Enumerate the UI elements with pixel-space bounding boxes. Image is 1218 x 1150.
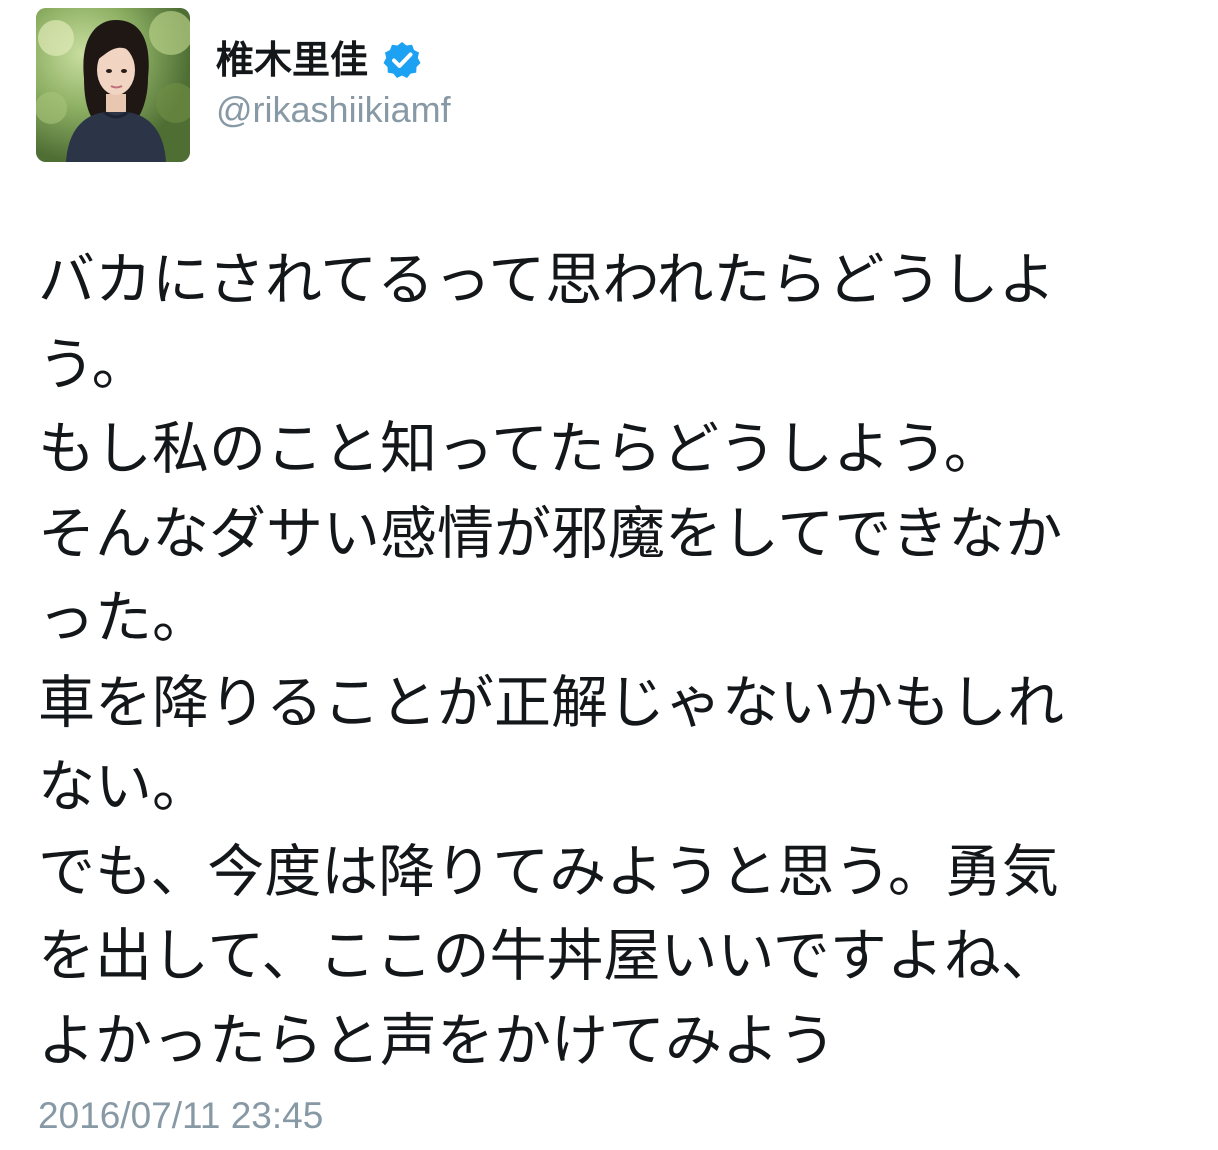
tweet-card: 椎木里佳 @rikashiikiamf バカにされてるって思われたらどうしよ う… (0, 0, 1218, 1150)
tweet-text-line: 車を降りることが正解じゃないかもしれ (38, 669, 1064, 736)
tweet-timestamp[interactable]: 2016/07/11 23:45 (38, 1094, 323, 1138)
tweet-text-line: もし私のこと知ってたらどうしよう。 (38, 416, 1001, 482)
profile-photo (36, 8, 190, 162)
tweet-text-line: ない。 (38, 754, 209, 820)
tweet-text-line: よかったらと声をかけてみよう (38, 1007, 836, 1074)
tweet-text-line: バカにされてるって思われたらどうしよ (38, 247, 1056, 313)
verified-badge-icon (382, 40, 422, 80)
tweet-text-line: った。 (38, 585, 209, 651)
author-name-row[interactable]: 椎木里佳 (216, 34, 422, 86)
avatar[interactable] (36, 8, 190, 162)
display-name[interactable]: 椎木里佳 (216, 34, 368, 86)
tweet-text-line: でも、今度は降りてみようと思う。勇気 (38, 838, 1059, 905)
tweet-text-line: そんなダサい感情が邪魔をしてできなか (38, 500, 1063, 567)
tweet-text: バカにされてるって思われたらどうしよ う。 もし私のこと知ってたらどうしよう。 … (38, 238, 1188, 1083)
tweet-text-line: を出して、ここの牛丼屋いいですよね、 (38, 923, 1058, 989)
username-handle[interactable]: @rikashiikiamf (216, 88, 451, 132)
tweet-text-line: う。 (38, 331, 149, 398)
